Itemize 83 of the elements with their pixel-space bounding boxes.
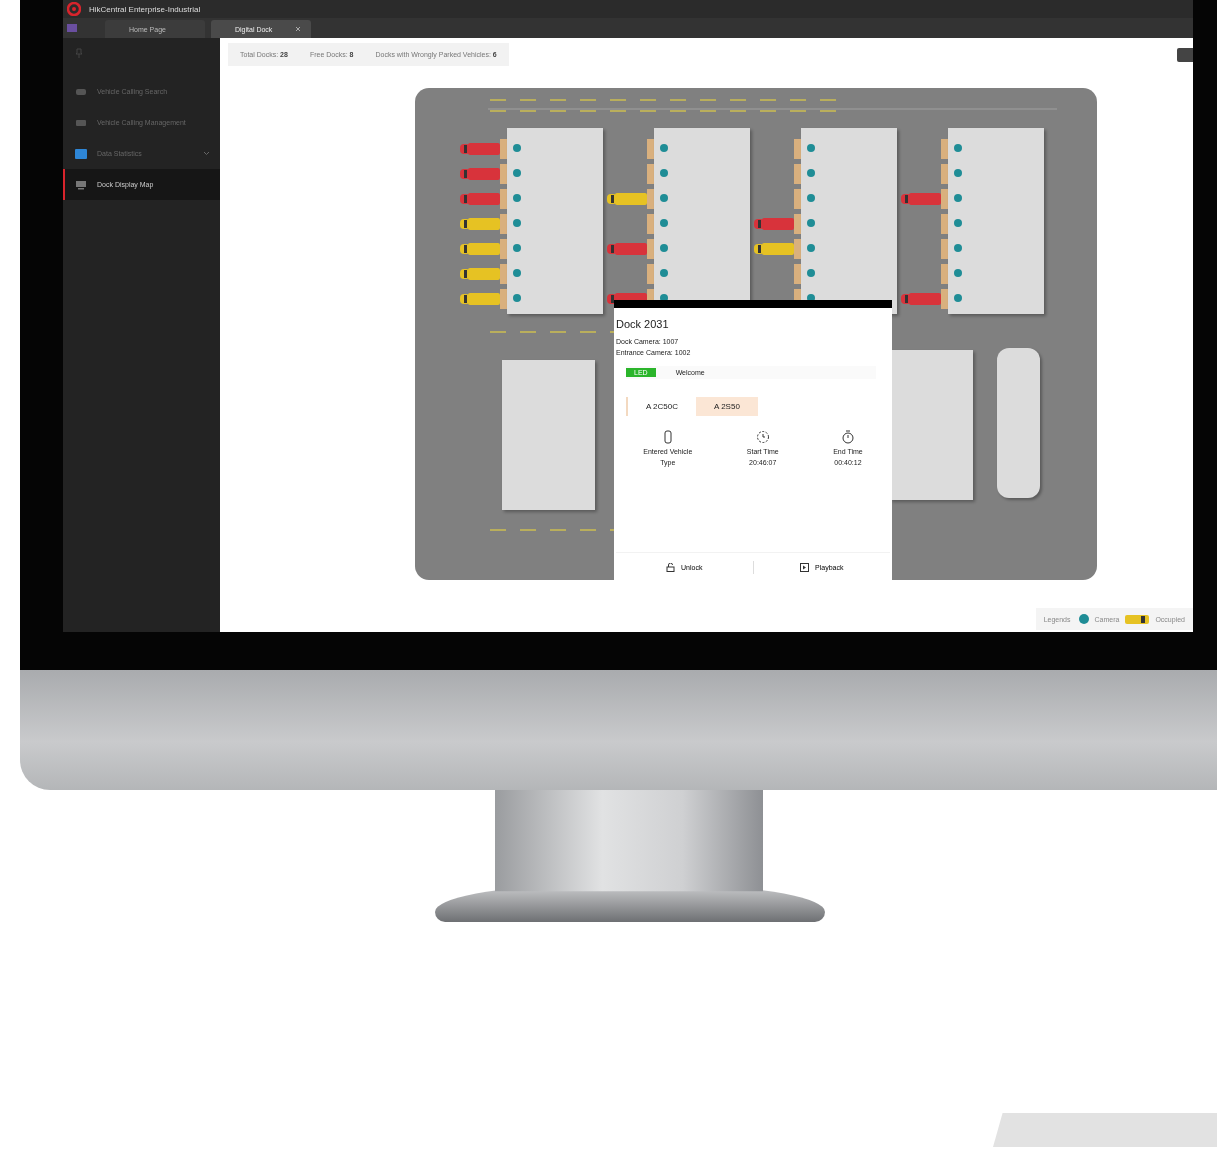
dock-door [794,238,801,259]
camera-dot-icon[interactable] [513,194,521,202]
dock-door [794,163,801,184]
close-icon[interactable] [295,26,301,32]
dock-door [500,263,507,284]
dock-door [500,163,507,184]
truck-icon[interactable] [901,291,941,306]
chevron-down-icon[interactable] [203,151,210,156]
truck-icon[interactable] [460,191,500,206]
dock-door [794,138,801,159]
camera-dot-icon[interactable] [954,244,962,252]
camera-dot-icon[interactable] [807,244,815,252]
camera-dot-icon[interactable] [807,269,815,277]
dock-door [941,288,948,309]
plate-number[interactable]: A 2C50C [628,397,697,416]
camera-dot-icon[interactable] [954,269,962,277]
dock-door [500,238,507,259]
camera-dot-icon[interactable] [513,294,521,302]
truck-icon[interactable] [607,241,647,256]
play-icon [800,563,810,572]
camera-dot-icon[interactable] [660,144,668,152]
camera-dot-icon[interactable] [513,169,521,177]
dock-door [941,263,948,284]
camera-dot-icon[interactable] [807,194,815,202]
dock-door [794,188,801,209]
dock-door [941,163,948,184]
camera-dot-icon[interactable] [954,219,962,227]
truck-icon[interactable] [460,266,500,281]
dock-door [941,213,948,234]
dock-door [500,138,507,159]
camera-dot-icon[interactable] [954,144,962,152]
truck-icon [1125,614,1150,624]
phone-icon [662,430,673,444]
truck-icon[interactable] [460,141,500,156]
toolbar-button[interactable] [1177,48,1193,62]
plate-number[interactable]: A 2S50 [696,397,758,416]
app-title: HikCentral Enterprise-Industrial [89,4,201,14]
chart-icon [75,148,87,159]
camera-dot-icon[interactable] [807,169,815,177]
dock-door [647,263,654,284]
camera-dot-icon[interactable] [513,144,521,152]
truck-icon[interactable] [460,216,500,231]
logo-icon [67,2,81,16]
camera-dot-icon[interactable] [954,169,962,177]
dock-door [794,263,801,284]
camera-dot-icon[interactable] [660,219,668,227]
camera-dot-icon[interactable] [954,294,962,302]
dock-door [647,163,654,184]
dock-door [500,188,507,209]
dock-door [941,138,948,159]
truck-icon[interactable] [460,166,500,181]
popup-title: Dock 2031 [616,318,670,330]
dock-door [500,288,507,309]
dock-door [647,138,654,159]
camera-dot-icon[interactable] [660,169,668,177]
truck-icon[interactable] [754,216,794,231]
dock-door [500,213,507,234]
dock-door [941,238,948,259]
camera-dot-icon[interactable] [513,269,521,277]
timer-icon [840,430,855,444]
truck-icon[interactable] [754,241,794,256]
truck-icon[interactable] [460,241,500,256]
dock-door [647,188,654,209]
monitor-icon [75,179,87,190]
dock-door [941,188,948,209]
pin-icon[interactable] [75,48,83,58]
camera-dot-icon[interactable] [807,144,815,152]
camera-dot-icon[interactable] [513,244,521,252]
lock-icon [666,563,676,572]
clock-icon [755,430,770,444]
camera-dot-icon[interactable] [660,269,668,277]
truck-icon[interactable] [607,191,647,206]
camera-dot-icon[interactable] [807,219,815,227]
dock-door [647,213,654,234]
camera-dot-icon[interactable] [954,194,962,202]
camera-dot-icon[interactable] [513,219,521,227]
camera-dot-icon [1078,614,1089,624]
camera-dot-icon[interactable] [660,194,668,202]
dock-door [794,213,801,234]
truck-icon[interactable] [901,191,941,206]
truck-icon[interactable] [460,291,500,306]
camera-dot-icon[interactable] [660,244,668,252]
dock-door [647,238,654,259]
